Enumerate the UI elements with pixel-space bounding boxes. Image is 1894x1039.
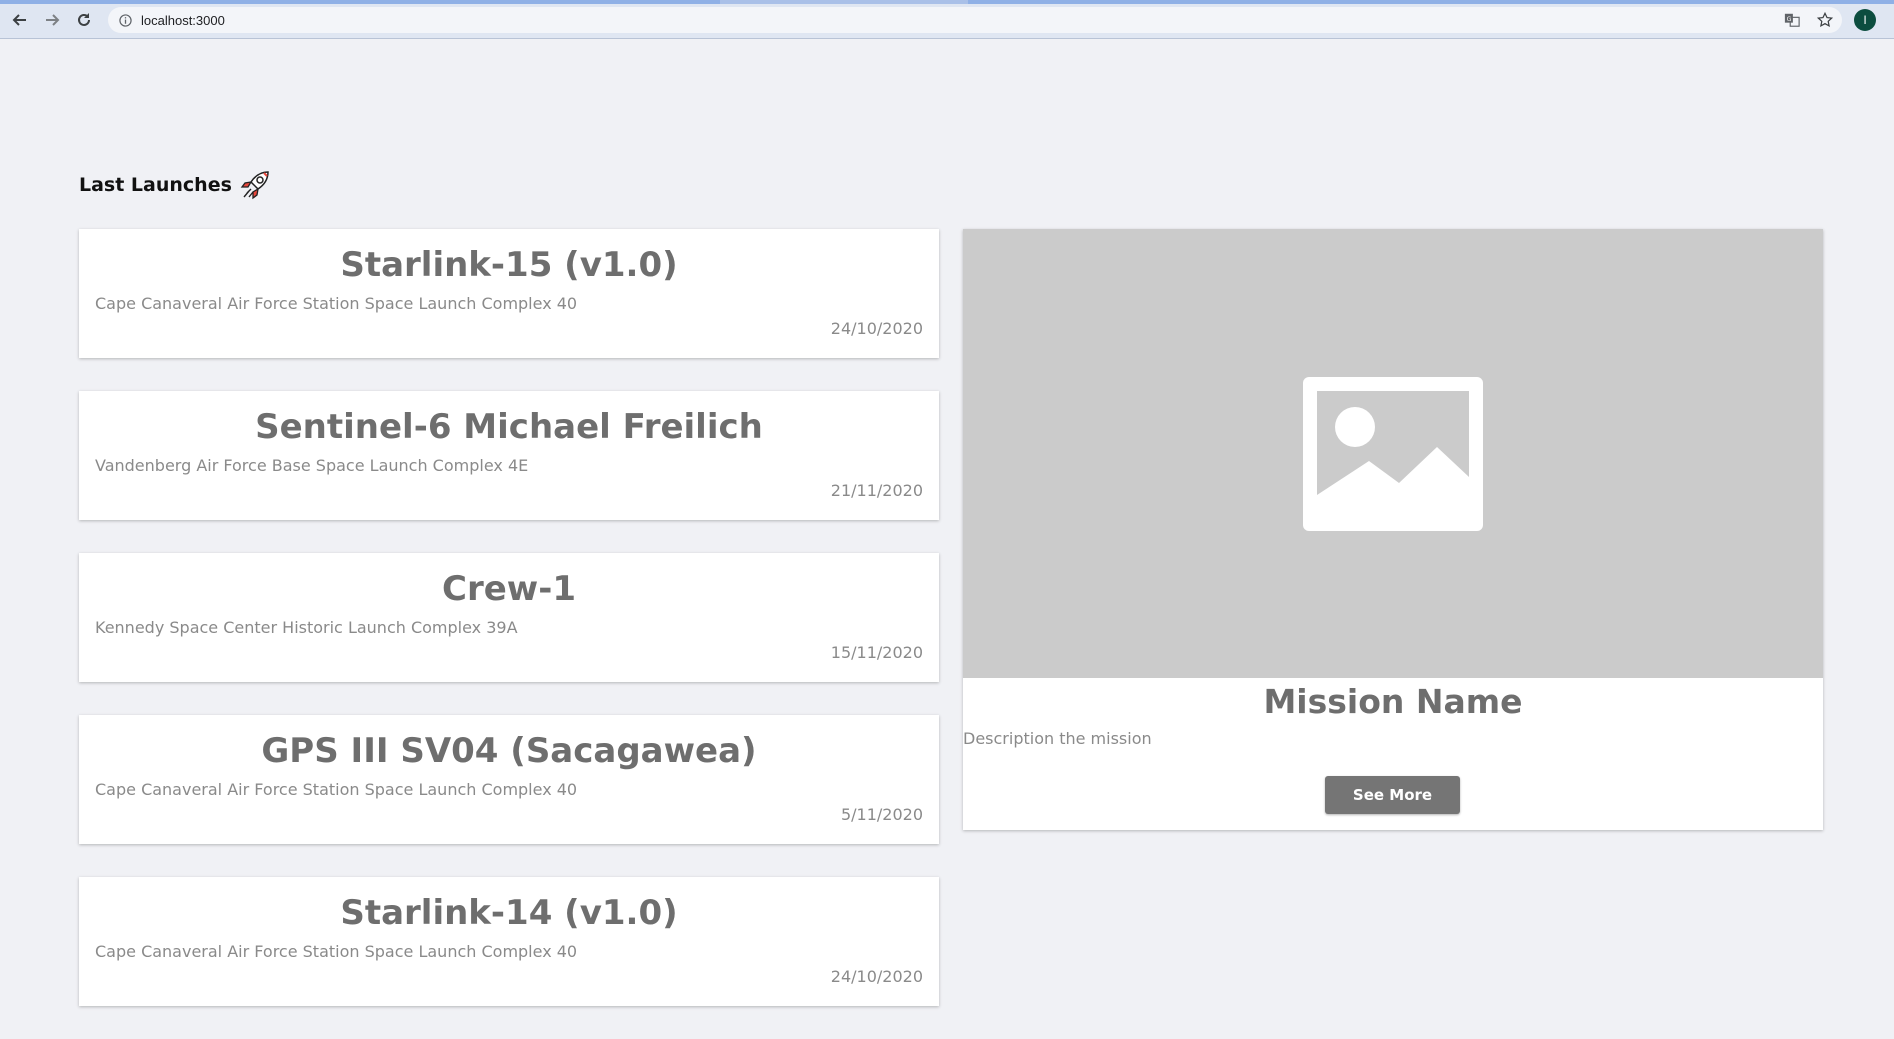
star-icon[interactable] — [1815, 10, 1835, 30]
mission-name: Mission Name — [1263, 682, 1523, 721]
launch-card[interactable]: Starlink-14 (v1.0) Cape Canaveral Air Fo… — [79, 877, 939, 1006]
launch-list: Starlink-15 (v1.0) Cape Canaveral Air Fo… — [79, 229, 939, 1039]
url-text: localhost:3000 — [141, 12, 225, 28]
see-more-button[interactable]: See More — [1325, 776, 1460, 814]
launch-site: Cape Canaveral Air Force Station Space L… — [95, 942, 578, 961]
translate-icon[interactable]: G — [1782, 10, 1802, 30]
launch-name: Crew-1 — [442, 569, 576, 609]
launch-name: GPS III SV04 (Sacagawea) — [261, 731, 757, 771]
section-title-text: Last Launches — [79, 174, 232, 196]
mission-description: Description the mission — [963, 729, 1152, 748]
mission-detail-card: Mission Name Description the mission See… — [963, 229, 1823, 830]
launch-card[interactable]: Crew-1 Kennedy Space Center Historic Lau… — [79, 553, 939, 682]
info-icon[interactable] — [118, 13, 133, 28]
launch-name: Starlink-15 (v1.0) — [340, 245, 678, 285]
launch-date: 21/11/2020 — [830, 481, 923, 500]
mission-image — [963, 229, 1823, 678]
reload-icon[interactable] — [72, 8, 96, 32]
section-title: Last Launches — [79, 168, 272, 202]
back-arrow-icon[interactable] — [8, 8, 32, 32]
launch-card[interactable]: GPS III SV04 (Sacagawea) Cape Canaveral … — [79, 715, 939, 844]
launch-date: 24/10/2020 — [830, 319, 923, 338]
rocket-icon — [238, 168, 272, 202]
forward-arrow-icon[interactable] — [40, 8, 64, 32]
loading-bar — [0, 0, 1894, 4]
launch-date: 5/11/2020 — [840, 805, 923, 824]
svg-text:G: G — [1787, 16, 1792, 23]
launch-name: Sentinel-6 Michael Freilich — [255, 407, 763, 447]
launch-site: Cape Canaveral Air Force Station Space L… — [95, 294, 578, 313]
launch-card[interactable]: Starlink-15 (v1.0) Cape Canaveral Air Fo… — [79, 229, 939, 358]
launch-date: 24/10/2020 — [830, 967, 923, 986]
browser-toolbar: localhost:3000 G I — [0, 0, 1894, 39]
launch-site: Vandenberg Air Force Base Space Launch C… — [95, 456, 529, 475]
launch-card[interactable]: Sentinel-6 Michael Freilich Vandenberg A… — [79, 391, 939, 520]
image-placeholder-icon — [1303, 376, 1483, 531]
address-bar[interactable]: localhost:3000 — [108, 7, 1842, 33]
profile-avatar[interactable]: I — [1854, 9, 1876, 31]
launch-site: Kennedy Space Center Historic Launch Com… — [95, 618, 518, 637]
launch-name: Starlink-14 (v1.0) — [340, 893, 678, 933]
profile-initial: I — [1863, 13, 1867, 27]
launch-site: Cape Canaveral Air Force Station Space L… — [95, 780, 578, 799]
launch-date: 15/11/2020 — [830, 643, 923, 662]
